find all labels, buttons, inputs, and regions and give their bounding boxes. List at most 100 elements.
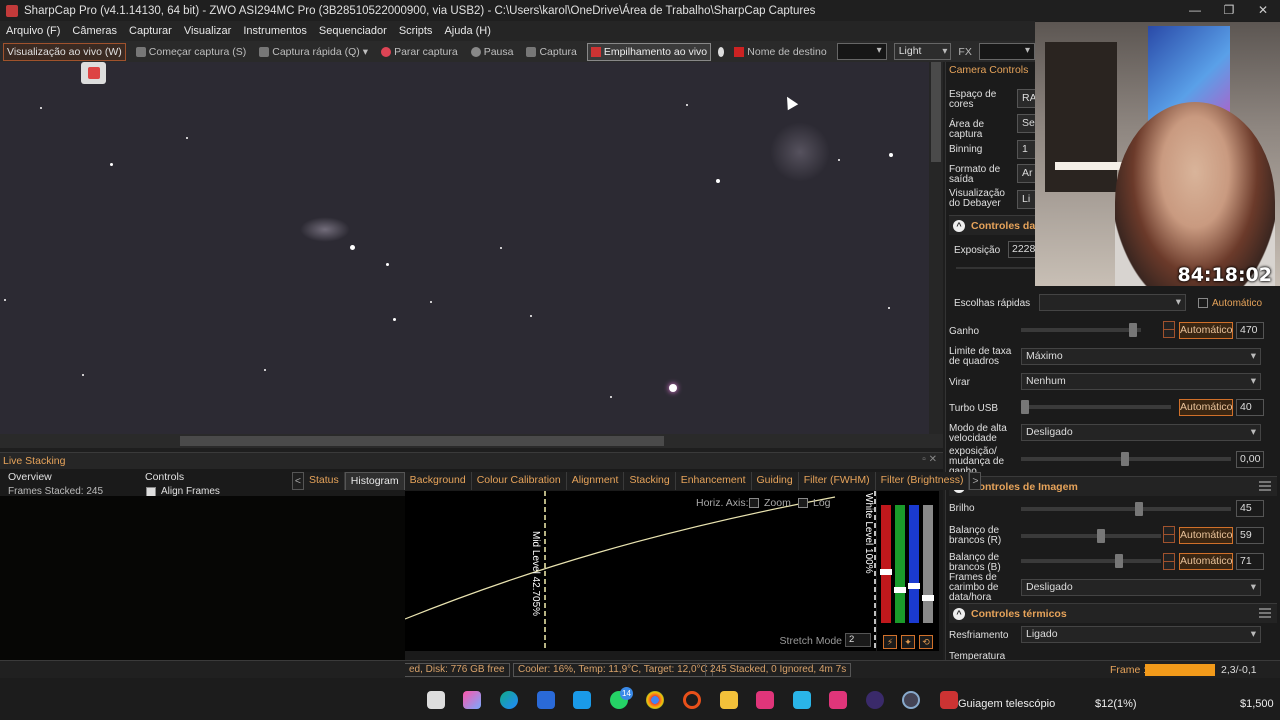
app-icon[interactable] xyxy=(866,691,884,709)
task-view-icon[interactable] xyxy=(427,691,445,709)
brightness-value[interactable]: 45 xyxy=(1236,500,1264,517)
brightness-slider[interactable] xyxy=(1021,502,1231,516)
cooling-select[interactable]: Ligado xyxy=(1021,626,1261,643)
app-icon[interactable] xyxy=(793,691,811,709)
opera-icon[interactable] xyxy=(683,691,701,709)
exposure-gain-change-value[interactable]: 0,00 xyxy=(1236,451,1264,468)
menu-tools[interactable]: Instrumentos xyxy=(243,25,307,37)
live-view-button[interactable]: Visualização ao vivo (W) xyxy=(3,42,126,61)
gain-slider[interactable] xyxy=(1021,323,1141,337)
gain-auto-button[interactable]: Automático xyxy=(1179,322,1233,339)
wb-blue-spinner[interactable] xyxy=(1162,553,1175,570)
stretch-mode-value[interactable]: 2 xyxy=(845,633,871,647)
thermal-controls-section[interactable]: ^ Controles térmicos xyxy=(949,603,1277,623)
stop-capture-button[interactable]: Parar captura xyxy=(378,43,461,61)
image-vertical-scrollbar[interactable] xyxy=(929,62,943,434)
sharpcap-taskbar-icon[interactable] xyxy=(940,691,958,709)
tab-filter-brightness[interactable]: Filter (Brightness) xyxy=(875,472,970,490)
tab-histogram[interactable]: Histogram xyxy=(344,472,405,490)
timestamp-frames-select[interactable]: Desligado xyxy=(1021,579,1261,596)
minimize-button[interactable]: — xyxy=(1178,0,1212,21)
blue-level-bar[interactable] xyxy=(908,505,920,623)
capture-button[interactable]: Captura xyxy=(523,43,579,61)
scroll-thumb[interactable] xyxy=(931,62,941,162)
quick-picks-select[interactable] xyxy=(1039,294,1186,311)
log-checkbox[interactable] xyxy=(798,498,808,508)
hamburger-menu-icon[interactable] xyxy=(1259,608,1271,618)
app-icon[interactable] xyxy=(573,691,591,709)
tab-background[interactable]: Background xyxy=(404,472,472,490)
zoom-checkbox[interactable] xyxy=(749,498,759,508)
tab-colour-calibration[interactable]: Colour Calibration xyxy=(471,472,567,490)
chrome-icon[interactable] xyxy=(646,691,664,709)
quick-picks-auto-checkbox[interactable] xyxy=(1198,298,1208,308)
collapse-icon[interactable]: ^ xyxy=(953,219,965,232)
wb-blue-slider[interactable] xyxy=(1021,554,1161,568)
luminance-level-handle[interactable] xyxy=(922,595,934,601)
exposure-slider[interactable] xyxy=(956,267,1036,269)
tab-enhancement[interactable]: Enhancement xyxy=(675,472,752,490)
rgb-levels-control[interactable]: ⚡ ✦ ⟲ xyxy=(877,491,939,651)
color-space-select[interactable]: RA xyxy=(1017,89,1037,108)
menu-view[interactable]: Visualizar xyxy=(184,25,232,37)
wb-red-spinner[interactable] xyxy=(1162,526,1175,543)
luminance-level-bar[interactable] xyxy=(922,505,934,623)
app-icon[interactable] xyxy=(829,691,847,709)
panel-pin-close-icon[interactable]: ▫ ✕ xyxy=(922,454,937,465)
edge-icon[interactable] xyxy=(500,691,518,709)
start-capture-button[interactable]: Começar captura (S) xyxy=(133,43,249,61)
quick-capture-button[interactable]: Captura rápida (Q) ▾ xyxy=(256,43,371,61)
menu-sequencer[interactable]: Sequenciador xyxy=(319,25,387,37)
auto-stretch-icon[interactable]: ⚡ xyxy=(883,635,897,649)
capture-area-select[interactable]: Sel xyxy=(1017,114,1037,133)
output-format-select[interactable]: Ar xyxy=(1017,164,1037,183)
gain-slider-knob[interactable] xyxy=(1129,323,1137,337)
image-controls-section[interactable]: ^ Controles de Imagem xyxy=(949,476,1277,496)
live-image-view[interactable] xyxy=(0,62,943,448)
tab-scroll-right-icon[interactable]: > xyxy=(969,472,982,490)
camera-overlay-icon[interactable] xyxy=(81,62,106,84)
app-icon[interactable] xyxy=(902,691,920,709)
taskbar-app-label[interactable]: Guiagem telescópio xyxy=(958,698,1055,710)
gain-value[interactable]: 470 xyxy=(1236,322,1264,339)
app-icon[interactable] xyxy=(756,691,774,709)
binning-select[interactable]: 1 xyxy=(1017,140,1037,159)
brightness-slider-knob[interactable] xyxy=(1135,502,1143,516)
usb-turbo-auto-button[interactable]: Automático xyxy=(1179,399,1233,416)
tab-scroll-left-icon[interactable]: < xyxy=(292,472,304,490)
exposure-gain-change-slider[interactable] xyxy=(1021,452,1231,466)
usb-turbo-value[interactable]: 40 xyxy=(1236,399,1264,416)
target-name-select[interactable] xyxy=(836,43,887,60)
wb-blue-auto-button[interactable]: Automático xyxy=(1179,553,1233,570)
collapse-icon[interactable]: ^ xyxy=(953,607,965,620)
hamburger-menu-icon[interactable] xyxy=(1259,481,1271,491)
menu-scripts[interactable]: Scripts xyxy=(399,25,433,37)
menu-help[interactable]: Ajuda (H) xyxy=(444,25,490,37)
exposure-value[interactable]: 2228 xyxy=(1008,241,1036,258)
image-horizontal-scrollbar[interactable] xyxy=(0,434,943,448)
sparkle-icon[interactable]: ✦ xyxy=(901,635,915,649)
flip-select[interactable]: Nenhum xyxy=(1021,373,1261,390)
debayer-preview-select[interactable]: Li xyxy=(1017,190,1037,209)
tab-status[interactable]: Status xyxy=(304,472,345,490)
scroll-thumb[interactable] xyxy=(180,436,664,446)
file-explorer-icon[interactable] xyxy=(720,691,738,709)
high-speed-select[interactable]: Desligado xyxy=(1021,424,1261,441)
maximize-button[interactable]: ❐ xyxy=(1212,0,1246,21)
green-level-handle[interactable] xyxy=(894,587,906,593)
menu-capture[interactable]: Capturar xyxy=(129,25,172,37)
wb-red-slider[interactable] xyxy=(1021,529,1161,543)
close-button[interactable]: ✕ xyxy=(1246,0,1280,21)
frame-rate-limit-select[interactable]: Máximo xyxy=(1021,348,1261,365)
fx-select[interactable] xyxy=(978,43,1036,60)
exposure-gain-change-knob[interactable] xyxy=(1121,452,1129,466)
tab-filter-fwhm[interactable]: Filter (FWHM) xyxy=(798,472,876,490)
wb-blue-value[interactable]: 71 xyxy=(1236,553,1264,570)
red-level-handle[interactable] xyxy=(880,569,892,575)
green-level-bar[interactable] xyxy=(894,505,906,623)
reset-icon[interactable]: ⟲ xyxy=(919,635,933,649)
wb-red-slider-knob[interactable] xyxy=(1097,529,1105,543)
menu-file[interactable]: Arquivo (F) xyxy=(6,25,60,37)
wb-red-auto-button[interactable]: Automático xyxy=(1179,527,1233,544)
usb-turbo-slider-knob[interactable] xyxy=(1021,400,1029,414)
